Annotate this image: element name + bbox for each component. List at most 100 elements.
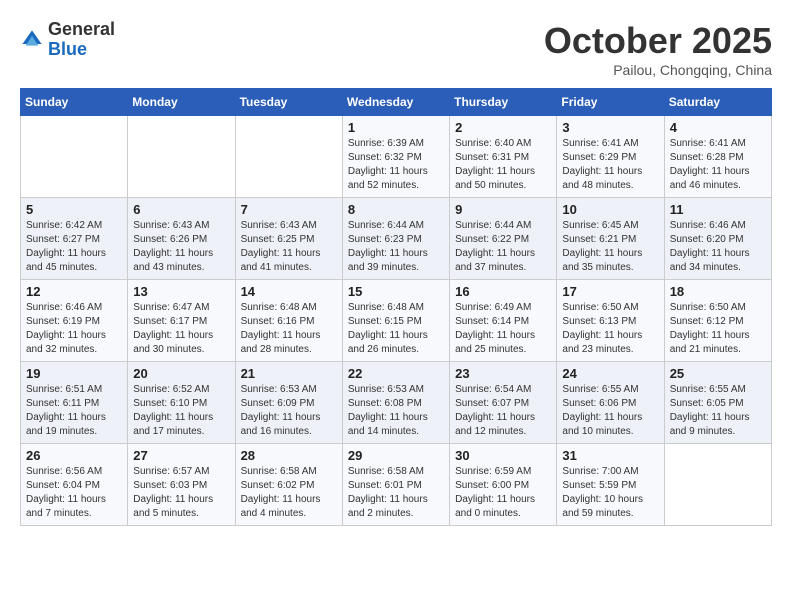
day-info: Sunrise: 6:46 AM Sunset: 6:20 PM Dayligh… [670,219,766,275]
day-info: Sunrise: 6:58 AM Sunset: 6:02 PM Dayligh… [241,465,337,521]
day-number: 30 [455,448,551,463]
calendar-week-row: 26 Sunrise: 6:56 AM Sunset: 6:04 PM Dayli… [21,444,772,526]
title-area: October 2025 Pailou, Chongqing, China [544,20,772,78]
calendar-cell: 22Sunrise: 6:53 AM Sunset: 6:08 PM Dayli… [342,362,449,444]
calendar-cell: 13Sunrise: 6:47 AM Sunset: 6:17 PM Dayli… [128,280,235,362]
day-info: Sunrise: 6:56 AM Sunset: 6:04 PM Dayligh… [26,465,122,521]
calendar-cell: 15Sunrise: 6:48 AM Sunset: 6:15 PM Dayli… [342,280,449,362]
day-info: Sunrise: 6:47 AM Sunset: 6:17 PM Dayligh… [133,301,229,357]
calendar-cell: 6 Sunrise: 6:43 AM Sunset: 6:26 PM Daylig… [128,198,235,280]
calendar-cell: 11 Sunrise: 6:46 AM Sunset: 6:20 PM Dayli… [664,198,771,280]
calendar-cell: 17Sunrise: 6:50 AM Sunset: 6:13 PM Dayli… [557,280,664,362]
weekday-header-cell: Wednesday [342,89,449,116]
calendar-cell: 12 Sunrise: 6:46 AM Sunset: 6:19 PM Dayli… [21,280,128,362]
day-info: Sunrise: 6:45 AM Sunset: 6:21 PM Dayligh… [562,219,658,275]
day-number: 18 [670,284,766,299]
calendar-cell: 18 Sunrise: 6:50 AM Sunset: 6:12 PM Dayli… [664,280,771,362]
day-number: 31 [562,448,658,463]
day-number: 15 [348,284,444,299]
day-number: 20 [133,366,229,381]
calendar-cell [235,116,342,198]
day-number: 19 [26,366,122,381]
day-number: 23 [455,366,551,381]
day-info: Sunrise: 6:59 AM Sunset: 6:00 PM Dayligh… [455,465,551,521]
day-number: 11 [670,202,766,217]
day-info: Sunrise: 6:49 AM Sunset: 6:14 PM Dayligh… [455,301,551,357]
weekday-header-cell: Thursday [450,89,557,116]
day-info: Sunrise: 6:55 AM Sunset: 6:05 PM Dayligh… [670,383,766,439]
location-subtitle: Pailou, Chongqing, China [544,62,772,78]
day-number: 12 [26,284,122,299]
day-info: Sunrise: 6:51 AM Sunset: 6:11 PM Dayligh… [26,383,122,439]
logo-text: General Blue [48,20,115,60]
day-number: 1 [348,120,444,135]
day-info: Sunrise: 6:43 AM Sunset: 6:25 PM Dayligh… [241,219,337,275]
day-info: Sunrise: 6:54 AM Sunset: 6:07 PM Dayligh… [455,383,551,439]
logo-icon [20,28,44,52]
day-number: 8 [348,202,444,217]
day-info: Sunrise: 6:48 AM Sunset: 6:16 PM Dayligh… [241,301,337,357]
day-number: 9 [455,202,551,217]
day-number: 4 [670,120,766,135]
day-number: 24 [562,366,658,381]
calendar-cell: 1 Sunrise: 6:39 AM Sunset: 6:32 PM Daylig… [342,116,449,198]
day-info: Sunrise: 6:52 AM Sunset: 6:10 PM Dayligh… [133,383,229,439]
calendar-week-row: 19 Sunrise: 6:51 AM Sunset: 6:11 PM Dayli… [21,362,772,444]
day-info: Sunrise: 6:40 AM Sunset: 6:31 PM Dayligh… [455,137,551,193]
calendar-cell: 5Sunrise: 6:42 AM Sunset: 6:27 PM Daylig… [21,198,128,280]
calendar-cell: 8 Sunrise: 6:44 AM Sunset: 6:23 PM Daylig… [342,198,449,280]
day-number: 28 [241,448,337,463]
day-number: 6 [133,202,229,217]
day-info: Sunrise: 6:50 AM Sunset: 6:13 PM Dayligh… [562,301,658,357]
day-number: 5 [26,202,122,217]
calendar-cell: 14 Sunrise: 6:48 AM Sunset: 6:16 PM Dayli… [235,280,342,362]
weekday-header-cell: Sunday [21,89,128,116]
calendar-cell: 31 Sunrise: 7:00 AM Sunset: 5:59 PM Dayli… [557,444,664,526]
calendar-table: SundayMondayTuesdayWednesdayThursdayFrid… [20,88,772,526]
day-info: Sunrise: 6:43 AM Sunset: 6:26 PM Dayligh… [133,219,229,275]
logo: General Blue [20,20,115,60]
calendar-cell: 27Sunrise: 6:57 AM Sunset: 6:03 PM Dayli… [128,444,235,526]
calendar-cell [664,444,771,526]
weekday-header-cell: Tuesday [235,89,342,116]
day-number: 29 [348,448,444,463]
day-number: 25 [670,366,766,381]
logo-blue: Blue [48,40,115,60]
day-info: Sunrise: 6:44 AM Sunset: 6:22 PM Dayligh… [455,219,551,275]
day-number: 2 [455,120,551,135]
day-info: Sunrise: 6:44 AM Sunset: 6:23 PM Dayligh… [348,219,444,275]
day-info: Sunrise: 6:53 AM Sunset: 6:08 PM Dayligh… [348,383,444,439]
logo-general: General [48,20,115,40]
day-info: Sunrise: 6:53 AM Sunset: 6:09 PM Dayligh… [241,383,337,439]
calendar-cell: 3Sunrise: 6:41 AM Sunset: 6:29 PM Daylig… [557,116,664,198]
day-info: Sunrise: 6:50 AM Sunset: 6:12 PM Dayligh… [670,301,766,357]
calendar-cell: 16Sunrise: 6:49 AM Sunset: 6:14 PM Dayli… [450,280,557,362]
calendar-cell [128,116,235,198]
day-number: 7 [241,202,337,217]
calendar-cell: 20 Sunrise: 6:52 AM Sunset: 6:10 PM Dayli… [128,362,235,444]
day-info: Sunrise: 6:39 AM Sunset: 6:32 PM Dayligh… [348,137,444,193]
calendar-cell: 2 Sunrise: 6:40 AM Sunset: 6:31 PM Daylig… [450,116,557,198]
calendar-cell: 26 Sunrise: 6:56 AM Sunset: 6:04 PM Dayli… [21,444,128,526]
weekday-header-cell: Monday [128,89,235,116]
day-number: 26 [26,448,122,463]
calendar-cell: 19 Sunrise: 6:51 AM Sunset: 6:11 PM Dayli… [21,362,128,444]
day-number: 21 [241,366,337,381]
calendar-cell: 10Sunrise: 6:45 AM Sunset: 6:21 PM Dayli… [557,198,664,280]
calendar-cell: 30 Sunrise: 6:59 AM Sunset: 6:00 PM Dayli… [450,444,557,526]
calendar-cell: 25 Sunrise: 6:55 AM Sunset: 6:05 PM Dayli… [664,362,771,444]
calendar-body: 1 Sunrise: 6:39 AM Sunset: 6:32 PM Daylig… [21,116,772,526]
calendar-cell [21,116,128,198]
weekday-header-cell: Saturday [664,89,771,116]
day-info: Sunrise: 6:41 AM Sunset: 6:28 PM Dayligh… [670,137,766,193]
day-info: Sunrise: 7:00 AM Sunset: 5:59 PM Dayligh… [562,465,658,521]
day-info: Sunrise: 6:58 AM Sunset: 6:01 PM Dayligh… [348,465,444,521]
calendar-cell: 29 Sunrise: 6:58 AM Sunset: 6:01 PM Dayli… [342,444,449,526]
day-number: 14 [241,284,337,299]
calendar-cell: 21 Sunrise: 6:53 AM Sunset: 6:09 PM Dayli… [235,362,342,444]
calendar-cell: 9 Sunrise: 6:44 AM Sunset: 6:22 PM Daylig… [450,198,557,280]
day-info: Sunrise: 6:46 AM Sunset: 6:19 PM Dayligh… [26,301,122,357]
page-header: General Blue October 2025 Pailou, Chongq… [20,20,772,78]
calendar-cell: 4 Sunrise: 6:41 AM Sunset: 6:28 PM Daylig… [664,116,771,198]
calendar-cell: 23 Sunrise: 6:54 AM Sunset: 6:07 PM Dayli… [450,362,557,444]
